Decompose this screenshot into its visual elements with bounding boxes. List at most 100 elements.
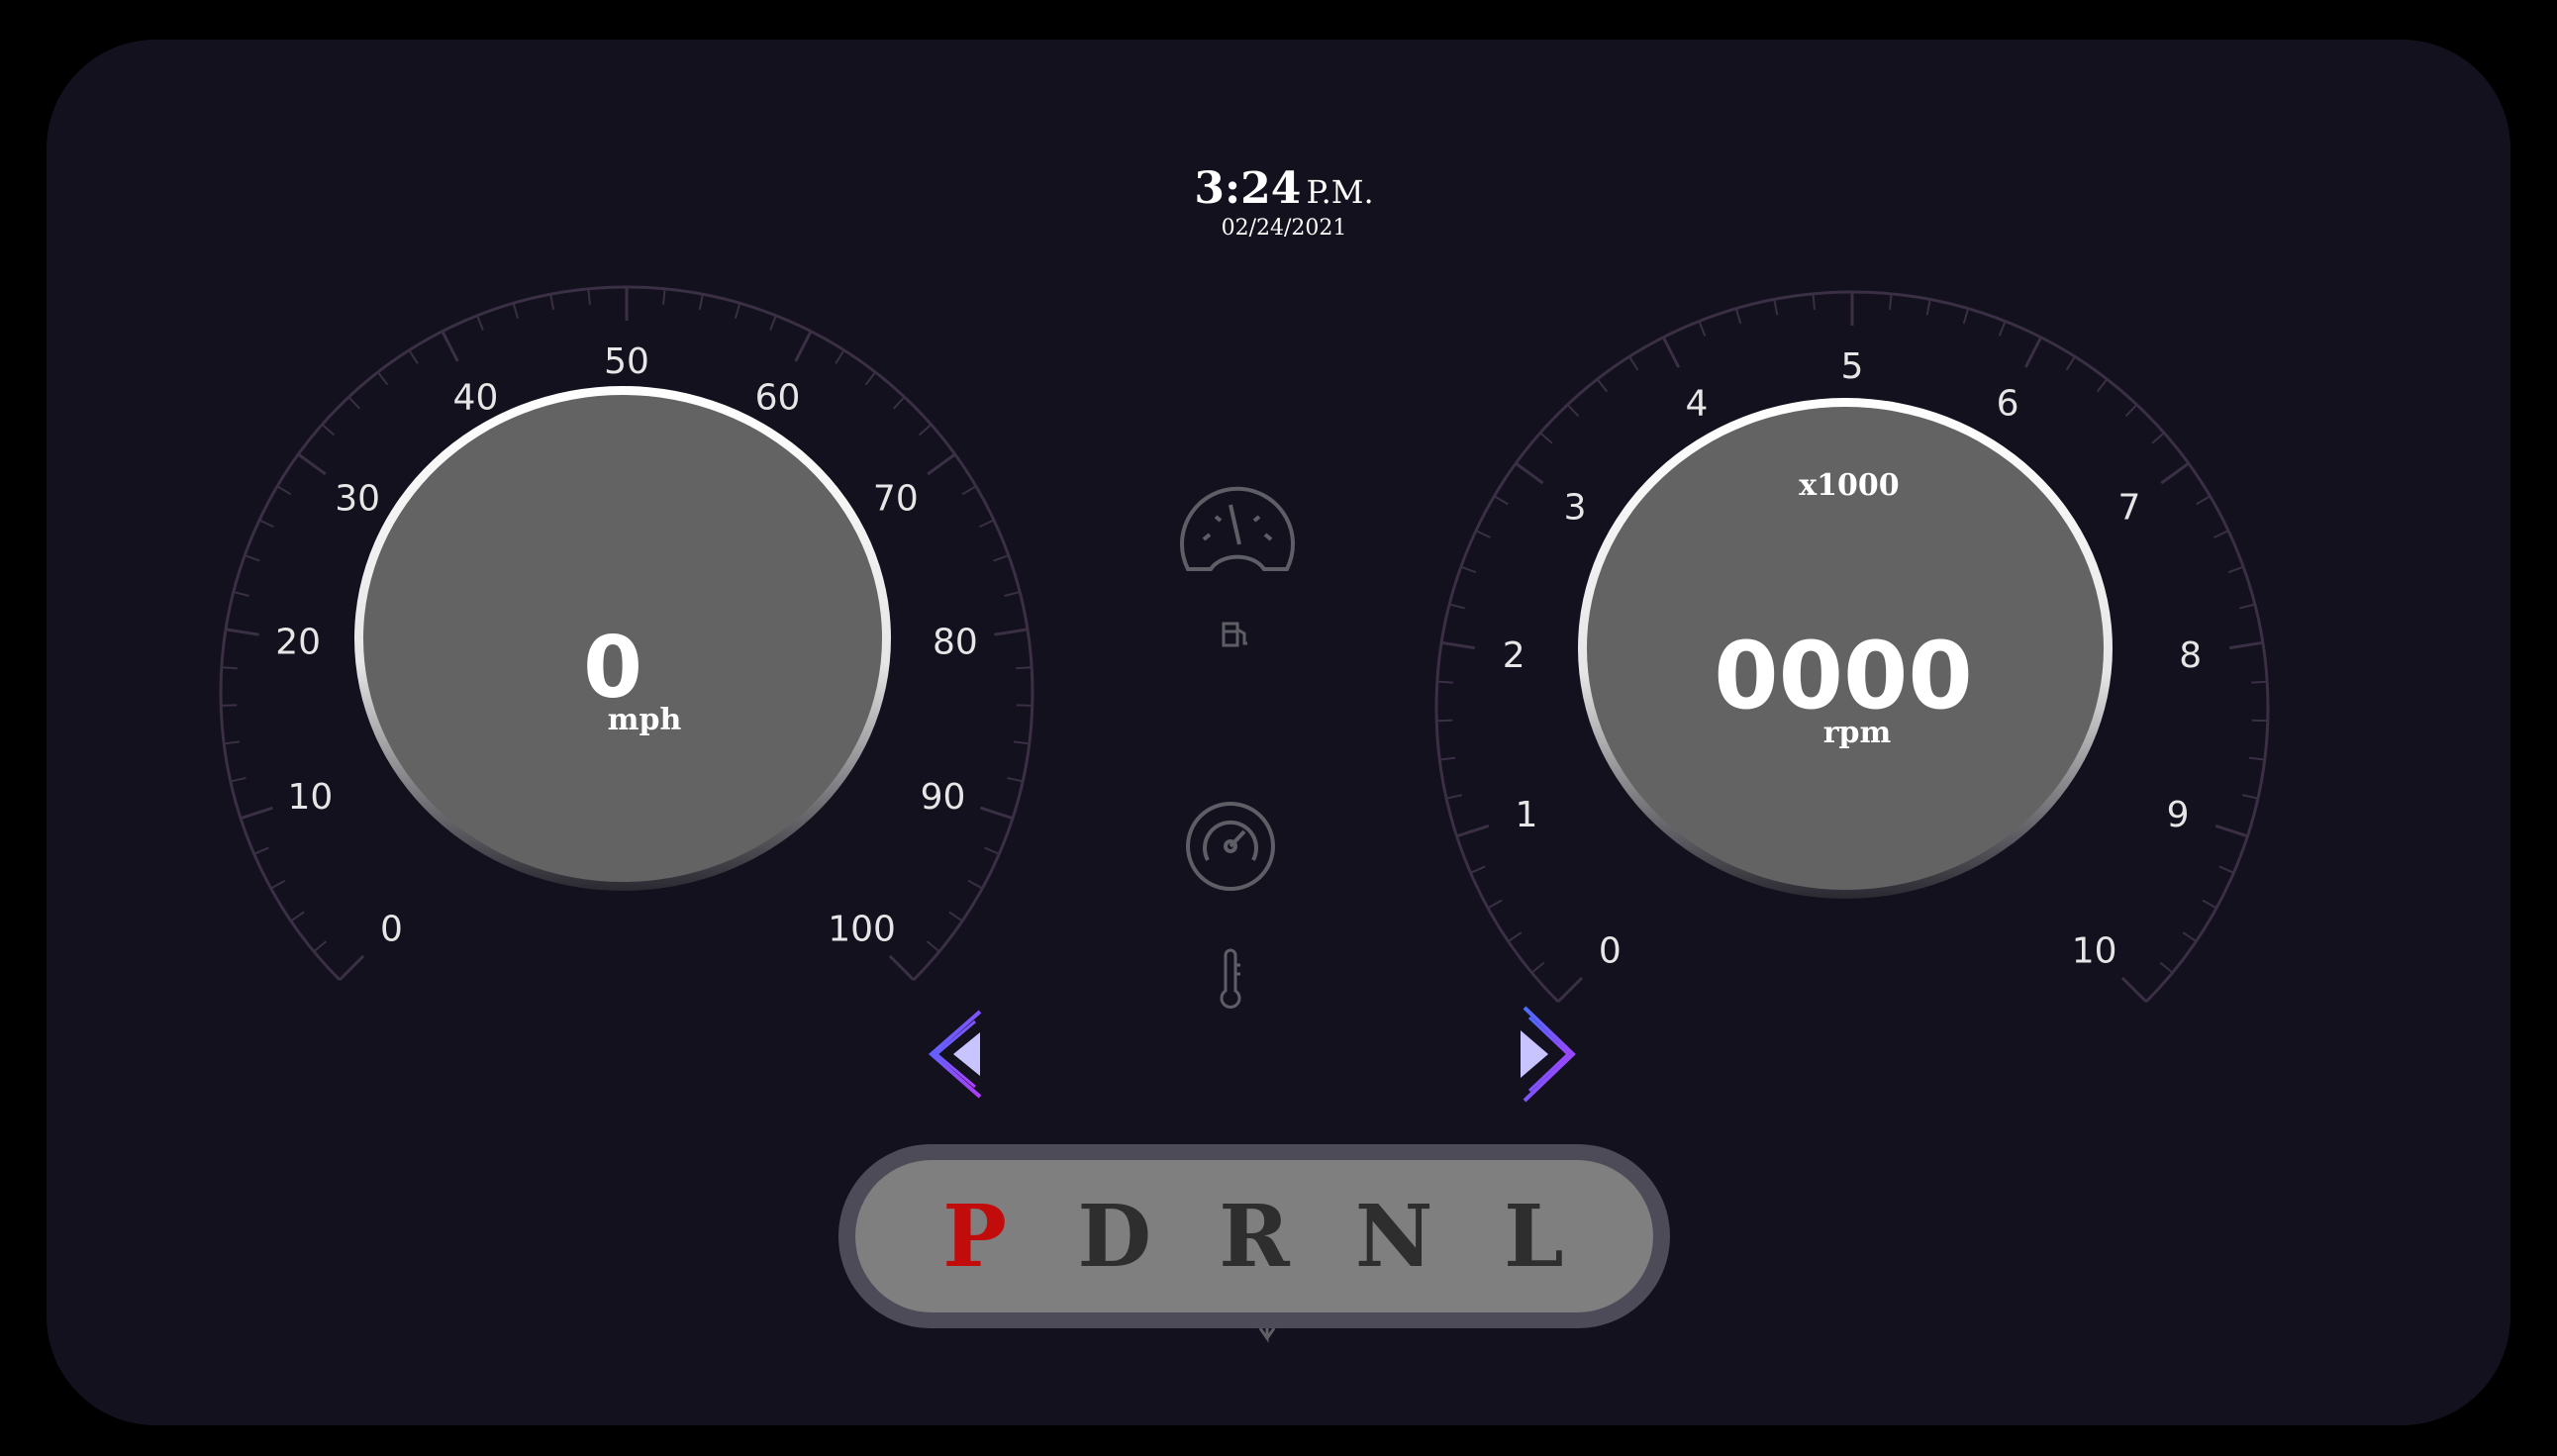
speedometer-minor-tick	[276, 485, 292, 496]
tachometer-tick-label: 1	[1515, 795, 1537, 835]
speedometer-minor-tick	[1016, 666, 1033, 670]
speedometer-major-tick	[888, 954, 915, 981]
speedometer-minor-tick	[984, 846, 1000, 855]
speedometer-major-tick	[794, 331, 813, 362]
rpm-value: 0000	[1714, 623, 1973, 730]
speedometer-minor-tick	[244, 554, 260, 562]
tachometer-minor-tick	[2159, 961, 2174, 974]
tachometer-tick-label: 4	[1685, 384, 1708, 425]
left-turn-signal-icon[interactable]	[928, 1010, 982, 1099]
speedometer-minor-tick	[892, 396, 906, 410]
speedometer-major-tick	[441, 331, 459, 362]
tachometer-minor-tick	[1773, 299, 1779, 316]
speedometer-minor-tick	[918, 424, 933, 437]
tachometer-tick-label: 6	[1997, 384, 2019, 425]
tachometer-minor-tick	[2065, 355, 2076, 371]
gear-r[interactable]: R	[1200, 1187, 1309, 1287]
speedometer-minor-tick	[347, 396, 361, 410]
speedometer-minor-tick	[769, 315, 777, 332]
speedometer-minor-tick	[224, 740, 241, 745]
speedometer-minor-tick	[321, 424, 336, 437]
tachometer-major-tick	[2023, 337, 2043, 368]
tachometer-tick-label: 5	[1841, 346, 1864, 387]
tachometer-minor-tick	[1698, 321, 1707, 337]
tachometer-minor-tick	[1460, 565, 1477, 574]
tachometer-major-tick	[2214, 824, 2248, 838]
gear-l[interactable]: L	[1479, 1187, 1588, 1287]
tachometer-tick-label: 8	[2179, 635, 2202, 676]
speedometer-minor-tick	[221, 704, 238, 707]
speedometer-tick-label: 40	[453, 378, 499, 419]
speedometer-minor-tick	[313, 940, 328, 953]
tachometer-minor-tick	[1812, 293, 1816, 310]
tachometer-major-tick	[1456, 824, 1490, 838]
speedometer-tick-label: 60	[755, 378, 801, 419]
speedometer-minor-tick	[662, 288, 666, 305]
instrument-cluster: 0 10 20 30 40 50 60 70 80 90 100 0 mph 0 1 2 3 4 5 6 7 8 9 1…	[47, 40, 2510, 1425]
speedometer-major-tick	[339, 954, 365, 981]
tachometer-minor-tick	[2242, 794, 2259, 800]
tachometer-minor-tick	[1436, 719, 1453, 723]
speedometer-minor-tick	[698, 294, 704, 311]
tachometer-minor-tick	[2202, 899, 2217, 910]
speedometer-major-tick	[994, 628, 1029, 636]
tachometer-minor-tick	[2096, 378, 2109, 393]
tachometer-major-tick	[1556, 976, 1584, 1004]
speedometer-minor-tick	[270, 879, 286, 890]
tachometer-minor-tick	[2182, 931, 2197, 942]
tachometer-minor-tick	[2124, 404, 2138, 418]
tachometer-minor-tick	[1734, 308, 1742, 325]
speedometer-minor-tick	[734, 303, 741, 319]
speedometer-minor-tick	[290, 911, 305, 922]
speedometer-minor-tick	[476, 315, 484, 332]
tachometer-minor-tick	[1475, 530, 1491, 538]
tachometer-minor-tick	[2151, 432, 2165, 444]
tachometer-minor-tick	[1889, 293, 1893, 310]
gear-n[interactable]: N	[1339, 1187, 1448, 1287]
speedometer-minor-tick	[1016, 704, 1033, 707]
tachometer-tick-label: 2	[1503, 635, 1525, 676]
speedometer-minor-tick	[967, 879, 983, 890]
speedometer-minor-tick	[258, 519, 274, 529]
speedometer-minor-tick	[864, 371, 877, 386]
speedometer-minor-tick	[993, 554, 1010, 562]
tachometer-major-tick	[2160, 461, 2190, 485]
speedometer-tick-label: 30	[335, 479, 380, 520]
gear-selector-track: P D R N L	[855, 1160, 1653, 1312]
tachometer-tick-label: 0	[1599, 931, 1622, 972]
thermometer-icon	[1220, 948, 1241, 1009]
speedometer-tick-label: 10	[288, 777, 334, 818]
tachometer-minor-tick	[2239, 603, 2256, 610]
engine-temp-gauge-icon	[1186, 802, 1275, 891]
clock-time: 3:24	[1194, 163, 1302, 214]
tachometer-minor-tick	[2248, 756, 2265, 761]
tachometer-minor-tick	[1596, 378, 1609, 393]
clock-ampm: P.M.	[1306, 173, 1374, 211]
gear-d[interactable]: D	[1060, 1187, 1169, 1287]
tachometer-major-tick	[2120, 976, 2148, 1004]
tachometer-minor-tick	[1925, 299, 1931, 316]
tachometer-minor-tick	[1539, 432, 1553, 444]
speedometer-tick-label: 50	[604, 341, 649, 382]
gear-p[interactable]: P	[921, 1187, 1030, 1287]
tachometer-major-tick	[1661, 337, 1681, 368]
tachometer-tick-label: 9	[2167, 795, 2190, 835]
tachometer-tick-label: 10	[2072, 931, 2117, 972]
tachometer-minor-tick	[2213, 530, 2229, 538]
fuel-gauge-icon	[1180, 486, 1295, 571]
tachometer-major-tick	[1515, 461, 1544, 485]
speedometer-minor-tick	[233, 591, 249, 597]
gear-selector: P D R N L	[838, 1144, 1670, 1328]
tachometer-minor-tick	[1962, 308, 1970, 325]
tachometer-minor-tick	[2251, 680, 2268, 684]
tachometer-minor-tick	[2251, 719, 2268, 723]
speedometer-minor-tick	[512, 303, 520, 319]
speedometer-major-tick	[225, 628, 259, 636]
clock-date: 02/24/2021	[1221, 216, 1347, 241]
speedometer-minor-tick	[948, 911, 963, 922]
speedometer-tick-label: 90	[921, 777, 966, 818]
right-turn-signal-icon[interactable]	[1521, 1006, 1576, 1103]
tachometer-minor-tick	[2196, 495, 2212, 506]
speedometer-minor-tick	[549, 294, 555, 311]
speedometer-tick-label: 70	[873, 479, 919, 520]
